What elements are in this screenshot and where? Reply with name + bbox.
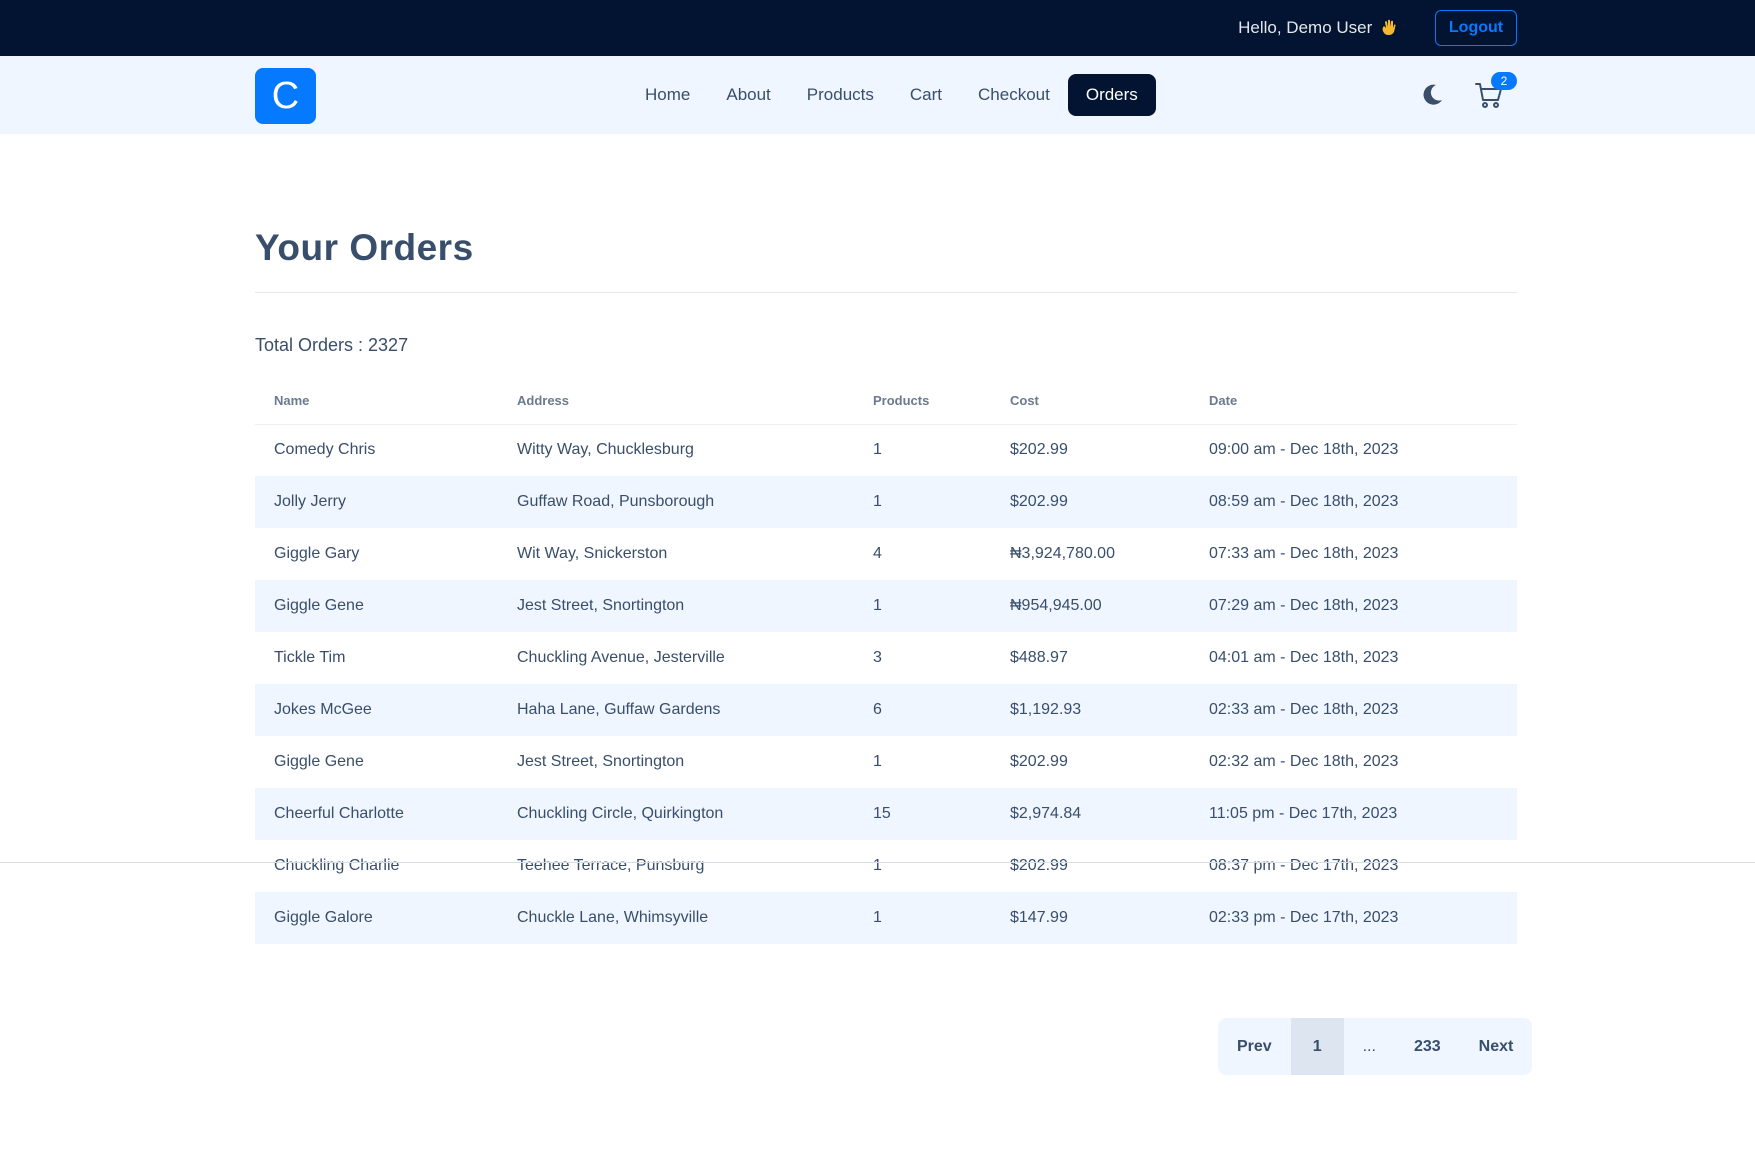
cell-name: Giggle Gene xyxy=(274,753,364,770)
navbar: C Home About Products Cart Checkout Orde… xyxy=(0,56,1755,134)
cell-products: 3 xyxy=(873,649,882,666)
cell-name: Comedy Chris xyxy=(274,441,376,459)
waving-hand-icon xyxy=(1381,19,1397,41)
cell-date: 09:00 am - Dec 18th, 2023 xyxy=(1209,441,1399,459)
column-header-address: Address xyxy=(498,378,854,425)
logo[interactable]: C xyxy=(255,68,316,124)
cell-cost: $2,974.84 xyxy=(1010,805,1082,822)
cell-name: Giggle Galore xyxy=(274,909,373,926)
cell-address: Wit Way, Snickerston xyxy=(517,545,668,562)
cell-products: 1 xyxy=(873,441,882,459)
greeting-text: Hello, Demo User xyxy=(1238,18,1373,37)
cell-date: 08:37 pm - Dec 17th, 2023 xyxy=(1209,857,1399,874)
cell-products: 1 xyxy=(873,909,882,926)
page-title: Your Orders xyxy=(255,227,474,268)
cell-cost: ₦954,945.00 xyxy=(1010,597,1102,614)
table-row: Jolly Jerry Guffaw Road, Punsborough 1 $… xyxy=(255,476,1517,528)
column-header-products: Products xyxy=(854,378,991,425)
cell-cost: $202.99 xyxy=(1010,857,1068,874)
page-ellipsis: ... xyxy=(1344,1018,1395,1075)
cell-products: 6 xyxy=(873,701,882,718)
logout-button[interactable]: Logout xyxy=(1435,10,1517,46)
orders-table: Name Address Products Cost Date Comedy C… xyxy=(255,378,1517,944)
nav-link-home[interactable]: Home xyxy=(627,74,708,116)
cell-name: Cheerful Charlotte xyxy=(274,805,404,822)
column-header-date: Date xyxy=(1190,378,1517,425)
moon-icon[interactable] xyxy=(1419,80,1447,108)
cell-name: Giggle Gene xyxy=(274,597,364,614)
cell-products: 15 xyxy=(873,805,891,822)
top-bar: Hello, Demo User Logout xyxy=(0,0,1755,56)
cell-date: 02:33 am - Dec 18th, 2023 xyxy=(1209,701,1399,718)
cell-address: Teehee Terrace, Punsburg xyxy=(517,857,705,874)
column-header-name: Name xyxy=(255,378,498,425)
cell-products: 1 xyxy=(873,753,882,770)
nav-link-products[interactable]: Products xyxy=(789,74,892,116)
prev-page-button[interactable]: Prev xyxy=(1218,1018,1291,1075)
cell-address: Haha Lane, Guffaw Gardens xyxy=(517,701,721,718)
cell-products: 1 xyxy=(873,857,882,874)
nav-link-orders[interactable]: Orders xyxy=(1067,74,1156,116)
table-row: Tickle Tim Chuckling Avenue, Jesterville… xyxy=(255,632,1517,684)
greeting: Hello, Demo User xyxy=(1238,18,1397,41)
cell-address: Jest Street, Snortington xyxy=(517,753,685,770)
cell-name: Jolly Jerry xyxy=(274,493,347,510)
table-row: Giggle Gary Wit Way, Snickerston 4 ₦3,92… xyxy=(255,528,1517,580)
cell-cost: $202.99 xyxy=(1010,753,1068,770)
table-row: Cheerful Charlotte Chuckling Circle, Qui… xyxy=(255,788,1517,840)
column-header-cost: Cost xyxy=(991,378,1190,425)
cell-products: 1 xyxy=(873,597,882,614)
cart-count-badge: 2 xyxy=(1491,72,1517,90)
cell-date: 07:29 am - Dec 18th, 2023 xyxy=(1209,597,1399,614)
table-row: Giggle Galore Chuckle Lane, Whimsyville … xyxy=(255,892,1517,944)
cell-cost: $147.99 xyxy=(1010,909,1068,926)
cell-cost: $488.97 xyxy=(1010,649,1068,666)
next-page-button[interactable]: Next xyxy=(1460,1018,1533,1075)
table-row: Comedy Chris Witty Way, Chucklesburg 1 $… xyxy=(255,424,1517,476)
cell-address: Jest Street, Snortington xyxy=(517,597,685,614)
total-orders: Total Orders : 2327 xyxy=(255,335,409,355)
title-divider xyxy=(255,292,1517,293)
nav-link-checkout[interactable]: Checkout xyxy=(960,74,1068,116)
table-row: Jokes McGee Haha Lane, Guffaw Gardens 6 … xyxy=(255,684,1517,736)
cell-address: Chuckling Avenue, Jesterville xyxy=(517,649,725,666)
cell-cost: $1,192.93 xyxy=(1010,701,1082,718)
cell-name: Tickle Tim xyxy=(274,649,346,666)
cell-name: Chuckling Charlie xyxy=(274,857,400,874)
table-row: Giggle Gene Jest Street, Snortington 1 ₦… xyxy=(255,580,1517,632)
pagination: Prev 1 ... 233 Next xyxy=(1218,1018,1533,1075)
cell-date: 08:59 am - Dec 18th, 2023 xyxy=(1209,493,1399,510)
cell-date: 04:01 am - Dec 18th, 2023 xyxy=(1209,649,1399,666)
page-button-current[interactable]: 1 xyxy=(1290,1018,1344,1075)
table-row: Chuckling Charlie Teehee Terrace, Punsbu… xyxy=(255,840,1517,892)
cell-products: 4 xyxy=(873,545,882,562)
cell-address: Chuckling Circle, Quirkington xyxy=(517,805,724,822)
cell-cost: ₦3,924,780.00 xyxy=(1010,545,1115,562)
main-nav: Home About Products Cart Checkout Orders xyxy=(627,74,1156,116)
nav-link-about[interactable]: About xyxy=(708,74,788,116)
cell-cost: $202.99 xyxy=(1010,493,1068,510)
horizontal-guide-line xyxy=(0,862,1755,863)
cell-cost: $202.99 xyxy=(1010,441,1068,459)
cell-name: Giggle Gary xyxy=(274,545,360,562)
table-row: Giggle Gene Jest Street, Snortington 1 $… xyxy=(255,736,1517,788)
cell-address: Witty Way, Chucklesburg xyxy=(517,441,694,459)
cell-products: 1 xyxy=(873,493,882,510)
nav-link-cart[interactable]: Cart xyxy=(892,74,960,116)
cell-address: Guffaw Road, Punsborough xyxy=(517,493,715,510)
cell-name: Jokes McGee xyxy=(274,701,372,718)
cell-date: 02:33 pm - Dec 17th, 2023 xyxy=(1209,909,1399,926)
page-button-last[interactable]: 233 xyxy=(1395,1018,1460,1075)
cell-date: 02:32 am - Dec 18th, 2023 xyxy=(1209,753,1399,770)
table-header-row: Name Address Products Cost Date xyxy=(255,378,1517,425)
cell-date: 11:05 pm - Dec 17th, 2023 xyxy=(1209,805,1398,822)
cell-date: 07:33 am - Dec 18th, 2023 xyxy=(1209,545,1399,562)
cell-address: Chuckle Lane, Whimsyville xyxy=(517,909,709,926)
